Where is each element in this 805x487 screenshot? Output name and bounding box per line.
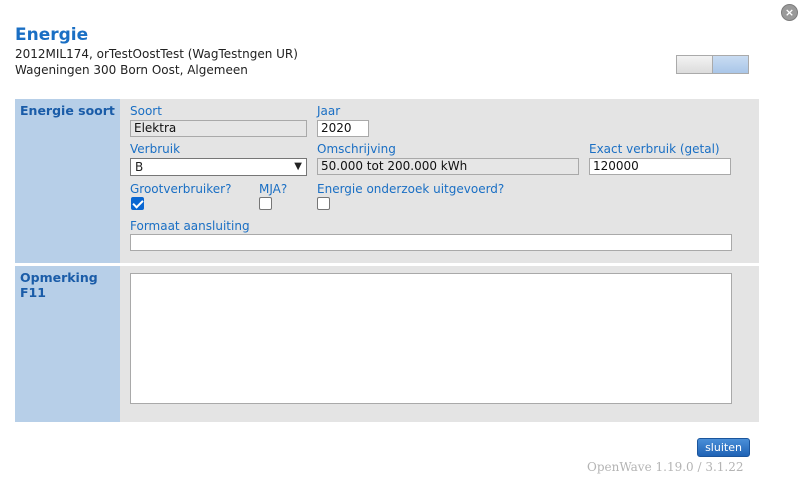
opmerking-side-label: Opmerking F11 — [15, 266, 120, 422]
energie-onderzoek-checkbox[interactable] — [317, 197, 330, 210]
verbruik-label: Verbruik — [130, 142, 181, 156]
opmerking-textarea[interactable] — [130, 273, 732, 404]
version-label: OpenWave 1.19.0 / 3.1.22 — [587, 460, 744, 474]
jaar-field[interactable]: 2020 — [317, 120, 369, 137]
toggle-segment-left[interactable] — [677, 56, 713, 73]
dialog-title: Energie — [15, 25, 89, 45]
verbruik-select[interactable]: B ▼ — [130, 158, 307, 176]
close-icon[interactable]: × — [781, 4, 798, 21]
sluiten-button[interactable]: sluiten — [697, 438, 750, 457]
exact-verbruik-label: Exact verbruik (getal) — [589, 142, 720, 156]
formaat-aansluiting-label: Formaat aansluiting — [130, 219, 250, 233]
soort-field: Elektra — [130, 120, 307, 137]
soort-label: Soort — [130, 104, 162, 118]
omschrijving-label: Omschrijving — [317, 142, 396, 156]
energie-panel: Energie soort Soort Elektra Jaar 2020 Ve… — [15, 99, 759, 263]
grootverbruiker-checkbox[interactable] — [131, 197, 144, 210]
omschrijving-field: 50.000 tot 200.000 kWh — [317, 158, 579, 175]
chevron-down-icon: ▼ — [294, 161, 302, 172]
jaar-label: Jaar — [317, 104, 341, 118]
toggle-segment-right[interactable] — [713, 56, 748, 73]
dialog-subtitle-line2: Wageningen 300 Born Oost, Algemeen — [15, 63, 248, 77]
dialog-subtitle-line1: 2012MIL174, orTestOostTest (WagTestngen … — [15, 47, 298, 61]
view-toggle[interactable] — [676, 55, 749, 74]
exact-verbruik-field[interactable]: 120000 — [589, 158, 731, 175]
mja-checkbox[interactable] — [259, 197, 272, 210]
verbruik-selected-value: B — [135, 160, 144, 174]
mja-label: MJA? — [259, 182, 288, 196]
opmerking-panel: Opmerking F11 — [15, 266, 759, 422]
energie-side-label: Energie soort — [15, 99, 120, 263]
grootverbruiker-label: Grootverbruiker? — [130, 182, 232, 196]
formaat-aansluiting-field[interactable] — [130, 234, 732, 251]
energie-onderzoek-label: Energie onderzoek uitgevoerd? — [317, 182, 505, 196]
